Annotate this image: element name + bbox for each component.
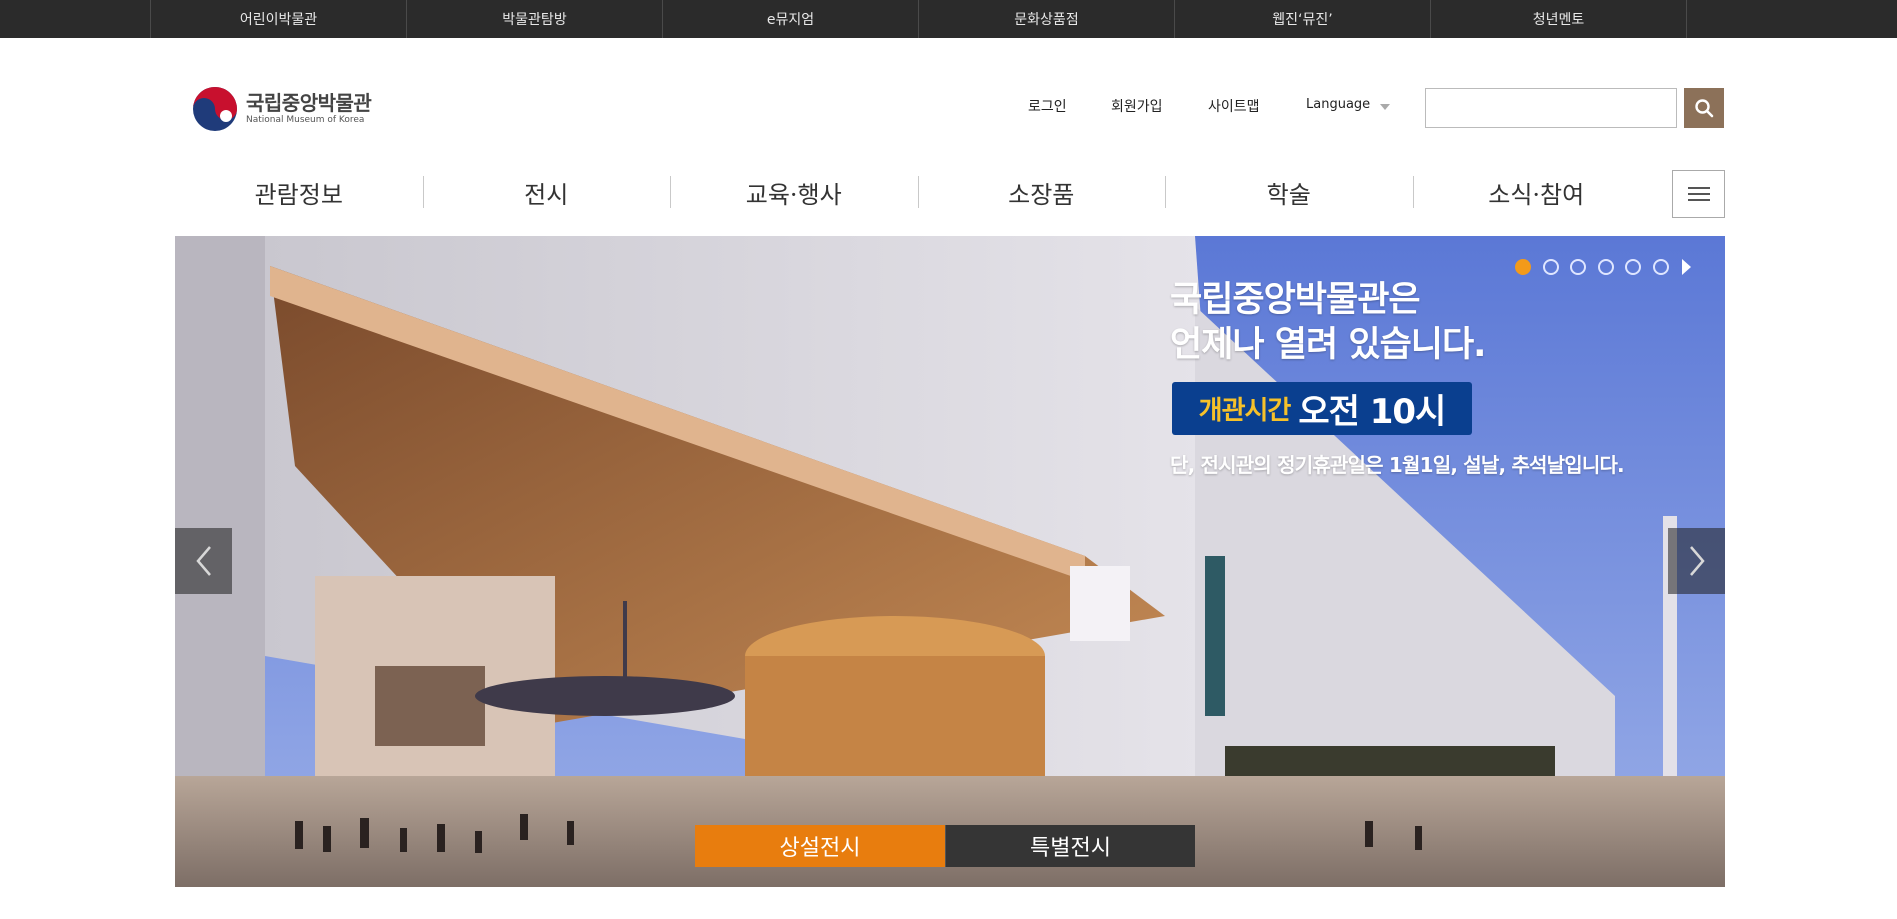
tab-permanent-exhibition[interactable]: 상설전시 xyxy=(695,825,945,867)
family-link-emuseum[interactable]: e뮤지엄 xyxy=(663,0,919,38)
family-link-webzine[interactable]: 웹진‘뮤진’ xyxy=(1175,0,1431,38)
nav-visit-info[interactable]: 관람정보 xyxy=(175,170,423,214)
nav-divider xyxy=(670,176,671,208)
nav-collection-label: 소장품 xyxy=(1008,180,1075,209)
hero-headline: 국립중앙박물관은 언제나 열려 있습니다. xyxy=(1170,278,1486,368)
slide-dot-3[interactable] xyxy=(1570,259,1586,275)
family-link-culture-shop[interactable]: 문화상품점 xyxy=(919,0,1175,38)
slide-dot-6[interactable] xyxy=(1652,259,1669,275)
chevron-down-icon xyxy=(1380,104,1390,110)
opening-hours-time: 오전 10시 xyxy=(1298,392,1446,432)
sitemap-link[interactable]: 사이트맵 xyxy=(1208,96,1260,116)
slide-dot-4[interactable] xyxy=(1597,259,1614,275)
chevron-left-icon xyxy=(195,546,211,576)
chevron-right-icon xyxy=(1689,546,1705,576)
next-slide-button[interactable] xyxy=(1668,528,1725,594)
nav-research[interactable]: 학술 xyxy=(1165,170,1413,214)
closing-days-note: 단, 전시관의 정기휴관일은 1월1일, 설날, 추석날입니다. xyxy=(1170,453,1625,477)
join-link[interactable]: 회원가입 xyxy=(1111,96,1163,116)
family-site-list: 어린이박물관 박물관탐방 e뮤지엄 문화상품점 웹진‘뮤진’ 청년멘토 xyxy=(150,0,1687,38)
family-link-youth-mentor[interactable]: 청년멘토 xyxy=(1431,0,1687,38)
site-logo[interactable]: 국립중앙박물관 National Museum of Korea xyxy=(192,86,372,132)
taegeuk-logo-icon xyxy=(193,87,237,131)
slide-dot-1[interactable] xyxy=(1515,259,1531,275)
nav-education-events[interactable]: 교육·행사 xyxy=(670,170,918,214)
hero-headline-line1: 국립중앙박물관은 xyxy=(1170,280,1421,320)
nav-news-participation-label: 소식·참여 xyxy=(1488,180,1585,209)
prev-slide-button[interactable] xyxy=(175,528,232,594)
nav-research-label: 학술 xyxy=(1266,180,1311,209)
slide-dot-5[interactable] xyxy=(1625,259,1641,275)
nav-collection[interactable]: 소장품 xyxy=(917,170,1166,214)
nav-news-participation[interactable]: 소식·참여 xyxy=(1412,170,1661,214)
slide-pagination xyxy=(1515,259,1691,275)
hamburger-icon xyxy=(1687,187,1710,201)
exhibition-tabs: 상설전시 특별전시 xyxy=(695,825,1195,867)
opening-hours-badge: 개관시간 오전 10시 xyxy=(1172,382,1472,435)
family-link-children-museum[interactable]: 어린이박물관 xyxy=(151,0,407,38)
tab-special-exhibition[interactable]: 특별전시 xyxy=(945,825,1195,867)
nav-divider xyxy=(917,176,919,208)
nav-exhibition[interactable]: 전시 xyxy=(422,170,671,214)
language-select[interactable]: Language xyxy=(1306,97,1370,117)
all-menu-button[interactable] xyxy=(1672,170,1725,218)
museum-building-photo xyxy=(175,236,1725,887)
opening-hours-label: 개관시간 xyxy=(1198,396,1292,426)
top-family-site-bar: 어린이박물관 박물관탐방 e뮤지엄 문화상품점 웹진‘뮤진’ 청년멘토 xyxy=(0,0,1897,38)
play-icon[interactable] xyxy=(1682,259,1691,275)
main-navigation: 관람정보 전시 교육·행사 소장품 학술 소식·참여 xyxy=(175,170,1660,214)
nav-exhibition-label: 전시 xyxy=(524,180,569,209)
nav-education-events-label: 교육·행사 xyxy=(745,180,842,209)
logo-korean-name: 국립중앙박물관 xyxy=(246,91,372,115)
search-button[interactable] xyxy=(1684,88,1724,128)
logo-english-name: National Museum of Korea xyxy=(246,115,365,125)
main-visual-slider: 국립중앙박물관은 언제나 열려 있습니다. 개관시간 오전 10시 단, 전시관… xyxy=(175,236,1725,887)
hero-headline-line2: 언제나 열려 있습니다. xyxy=(1170,325,1486,365)
slide-dot-2[interactable] xyxy=(1542,259,1559,275)
search-icon xyxy=(1695,99,1714,118)
nav-divider xyxy=(422,176,424,208)
family-link-museum-tour[interactable]: 박물관탐방 xyxy=(407,0,663,38)
search-input[interactable] xyxy=(1425,88,1677,128)
nav-divider xyxy=(1412,176,1414,208)
nav-divider xyxy=(1165,176,1166,208)
login-link[interactable]: 로그인 xyxy=(1028,96,1067,116)
